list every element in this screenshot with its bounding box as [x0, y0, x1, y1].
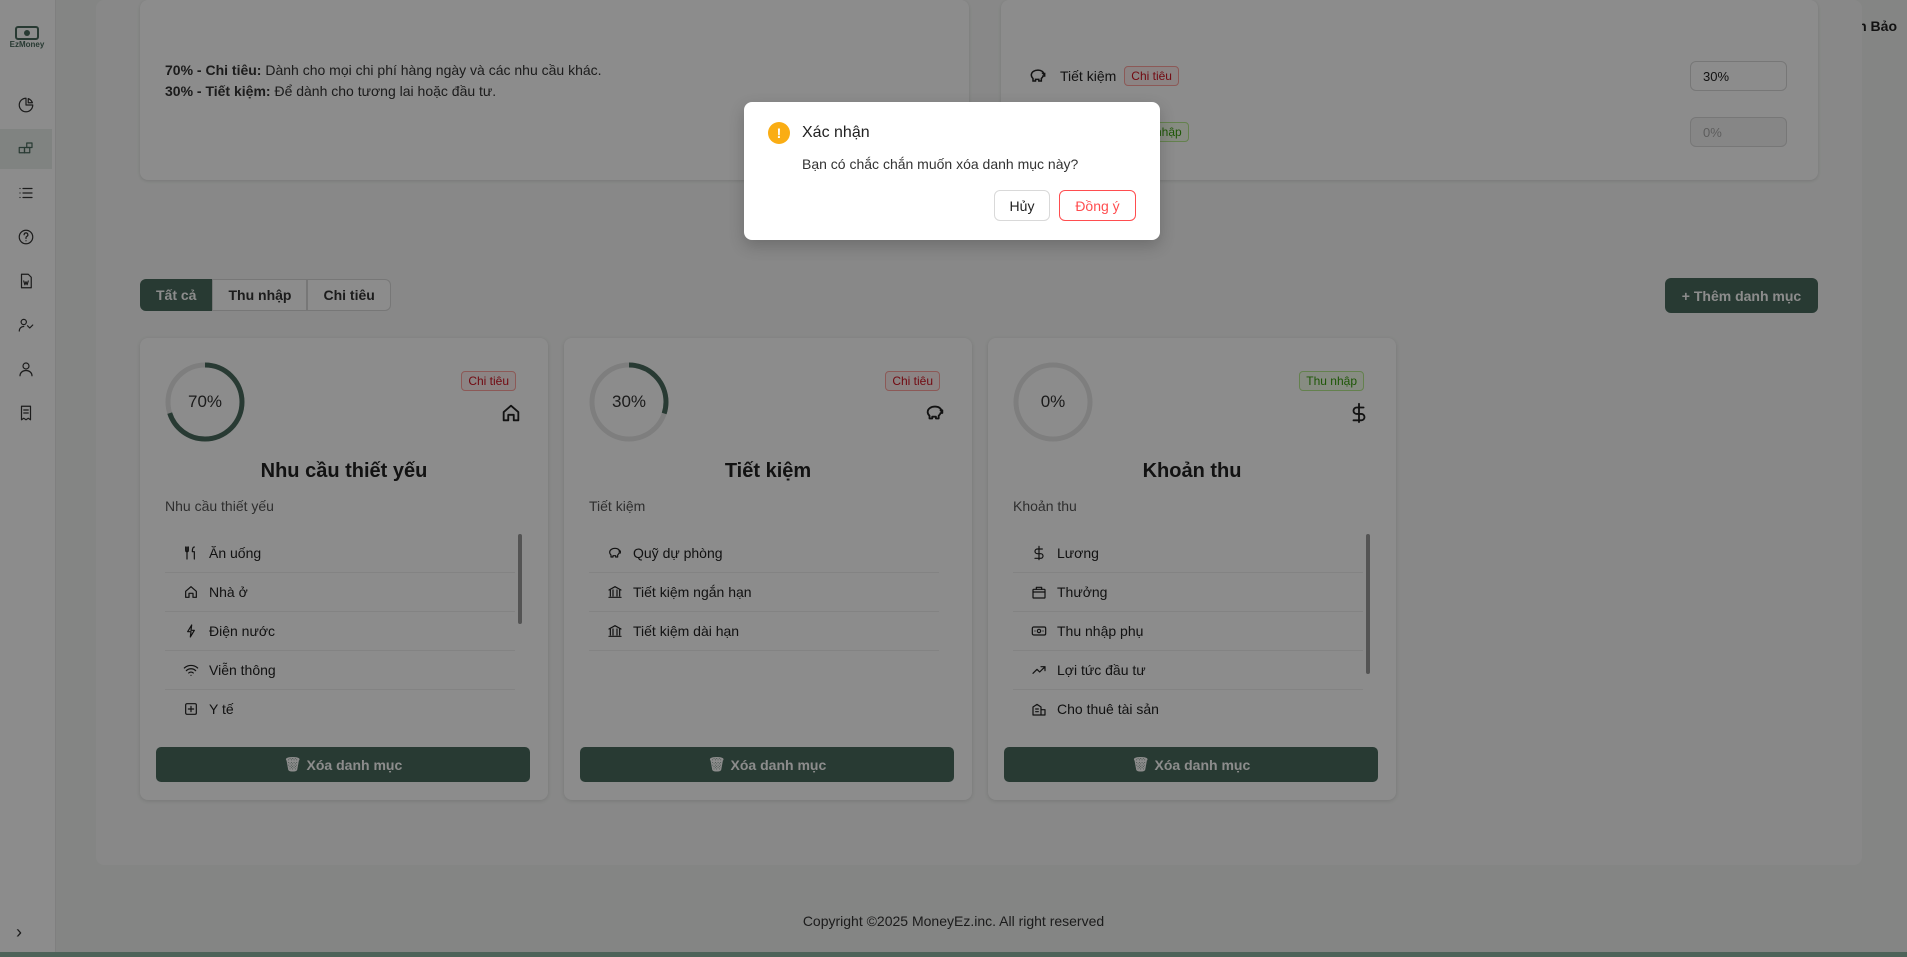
dialog-message: Bạn có chắc chắn muốn xóa danh mục này?	[802, 156, 1079, 172]
warning-icon: !	[768, 122, 790, 144]
cancel-button[interactable]: Hủy	[994, 190, 1050, 221]
confirm-dialog: ! Xác nhận Bạn có chắc chắn muốn xóa dan…	[744, 102, 1160, 240]
confirm-button[interactable]: Đồng ý	[1059, 190, 1136, 221]
dialog-title: Xác nhận	[802, 124, 870, 141]
